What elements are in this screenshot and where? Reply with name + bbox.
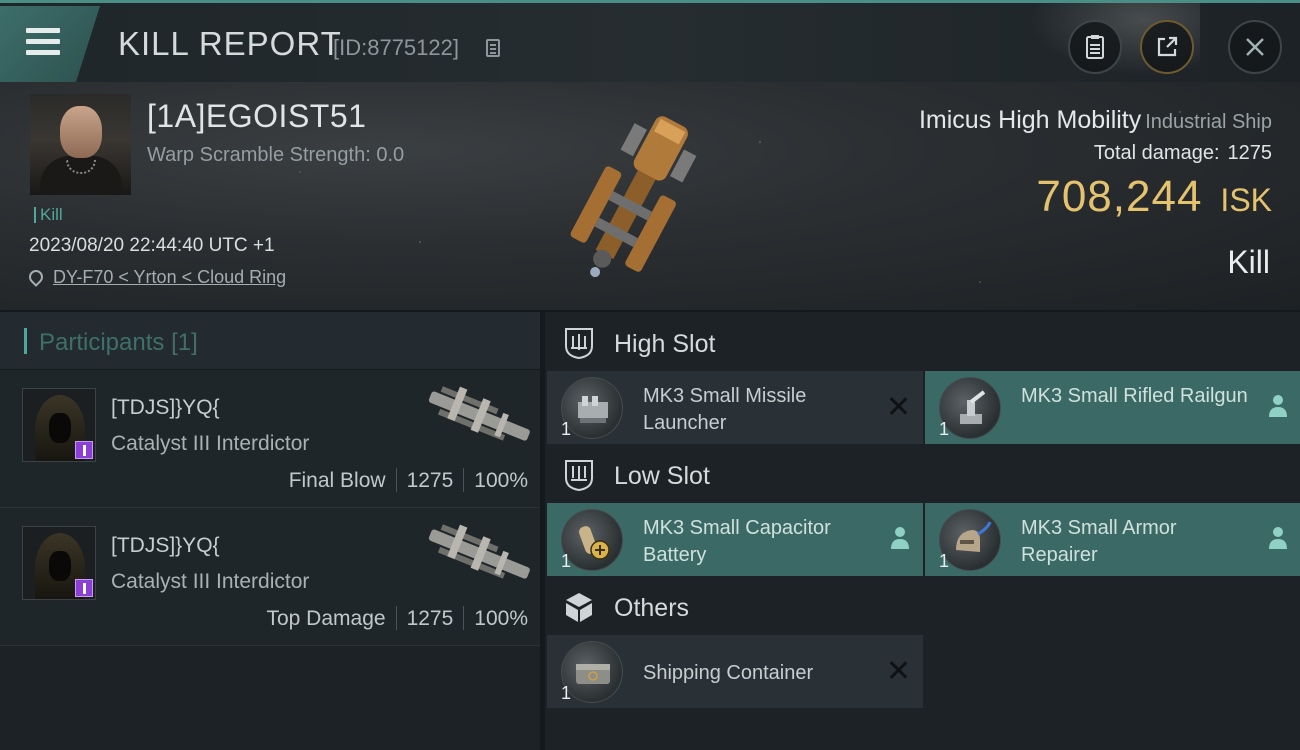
victim-avatar[interactable] [30,94,131,195]
location-pin-icon [26,267,46,287]
kill-datetime: 2023/08/20 22:44:40 UTC +1 [29,235,275,256]
victim-ship-type: Imicus High Mobility Industrial Ship [919,106,1272,135]
others-label: Others [614,594,690,622]
participants-header: Participants [1] [0,312,540,370]
module-item[interactable]: 1 MK3 Small Armor Repairer [925,503,1300,576]
participant-name: [TDJS]}YQ{ [111,396,220,419]
hamburger-icon [26,28,60,61]
share-button[interactable] [1140,20,1194,74]
location-link[interactable]: DY-F70 < Yrton < Cloud Ring [53,267,286,287]
participant-percent: 100% [474,469,528,492]
item-name: MK3 Small Missile Launcher [643,385,807,434]
item-name: MK3 Small Rifled Railgun [1021,385,1248,407]
low-slot-label: Low Slot [614,462,710,490]
page-title: KILL REPORT [118,25,342,62]
module-item[interactable]: 1 MK3 Small Missile Launcher [547,371,923,444]
destroyed-x-icon [887,659,909,681]
participant-ship-image [428,524,530,579]
victim-name[interactable]: [1A]EGOIST51 [147,98,366,135]
item-quantity: 1 [561,419,572,439]
high-slot-header: High Slot [545,314,1300,372]
menu-button[interactable] [0,6,100,82]
participant-ship: Catalyst III Interdictor [111,570,310,593]
participant-damage: 1275 [406,607,454,630]
participants-count: [1] [171,329,198,356]
participant-ship: Catalyst III Interdictor [111,432,310,455]
item-quantity: 1 [561,551,572,571]
victim-ship-image [570,116,697,278]
cargo-item[interactable]: 1 Shipping Container [547,635,923,708]
isk-value-display: 708,244 ISK [1036,172,1272,222]
total-damage-label: Total damage: [1093,142,1220,164]
total-damage-value: 1275 [1227,142,1273,164]
item-name: MK3 Small Capacitor Battery [643,517,831,566]
kill-tag: Kill [34,206,63,223]
clipboard-button[interactable] [1068,20,1122,74]
victim-panel: [1A]EGOIST51 Warp Scramble Strength: 0.0… [0,82,1300,310]
participant-ship-image [428,386,530,441]
item-name: Shipping Container [643,662,814,684]
participant-row[interactable]: [TDJS]}YQ{ Catalyst III Interdictor Top … [0,508,540,646]
high-slot-icon [565,328,593,360]
top-bar: KILL REPORT [ID:8775122] [0,0,1300,85]
others-header: Others [545,578,1300,636]
ship-name: Imicus High Mobility [918,106,1142,134]
participant-role: Final Blow [288,469,386,492]
close-icon [1246,38,1264,56]
participant-avatar[interactable] [22,526,96,600]
isk-unit: ISK [1220,182,1272,218]
total-damage: Total damage: 1275 [1094,142,1272,165]
participant-row[interactable]: [TDJS]}YQ{ Catalyst III Interdictor Fina… [0,370,540,508]
participant-stats: Final Blow 1275 100% [289,468,528,493]
low-slot-icon [565,460,593,492]
faction-badge-icon [75,579,93,597]
warp-scramble-strength: Warp Scramble Strength: 0.0 [147,144,405,166]
module-item[interactable]: 1 MK3 Small Capacitor Battery [547,503,923,576]
module-item[interactable]: 1 MK3 Small Rifled Railgun [925,371,1300,444]
person-icon [1269,527,1287,549]
person-icon [1269,395,1287,417]
participants-title: Participants [39,329,165,356]
ship-class: Industrial Ship [1145,111,1272,133]
copy-icon[interactable] [486,39,500,57]
kill-location[interactable]: DY-F70 < Yrton < Cloud Ring [26,267,286,288]
participant-percent: 100% [474,607,528,630]
item-quantity: 1 [939,551,950,571]
close-button[interactable] [1228,20,1282,74]
participant-role: Top Damage [266,607,386,630]
participants-panel: Participants [1] [TDJS]}YQ{ Catalyst III… [0,312,540,750]
clipboard-icon [1086,35,1104,59]
participant-avatar[interactable] [22,388,96,462]
report-id: [ID:8775122] [333,35,459,60]
low-slot-header: Low Slot [545,446,1300,504]
fitting-panel: High Slot 1 MK3 Small Missile Launcher 1… [545,312,1300,750]
item-name: MK3 Small Armor Repairer [1021,517,1177,566]
participant-name: [TDJS]}YQ{ [111,534,220,557]
isk-value: 708,244 [1036,172,1203,221]
high-slot-label: High Slot [614,330,716,358]
cube-icon [566,593,592,622]
share-icon [1157,36,1178,57]
item-quantity: 1 [561,683,572,703]
destroyed-x-icon [887,395,909,417]
outcome-label: Kill [1227,244,1270,280]
item-quantity: 1 [939,419,950,439]
header-accent-bar [24,328,27,354]
faction-badge-icon [75,441,93,459]
person-icon [891,527,909,549]
participant-damage: 1275 [406,469,454,492]
participant-stats: Top Damage 1275 100% [266,606,528,631]
